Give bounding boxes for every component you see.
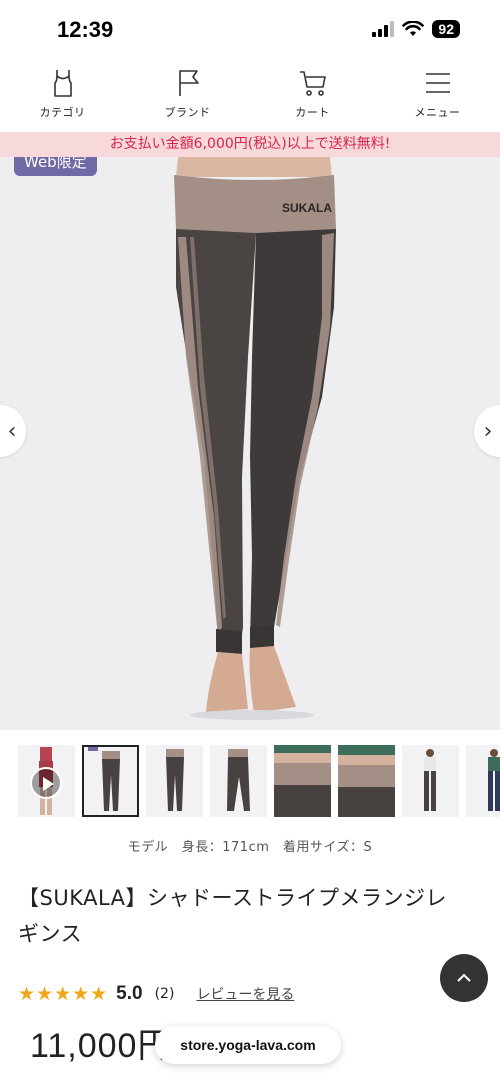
- wifi-icon: [402, 21, 425, 36]
- promo-banner[interactable]: お支払い金額6,000円(税込)以上で送料無料!: [0, 132, 500, 157]
- nav-item-cart[interactable]: カート: [250, 62, 375, 132]
- flag-icon: [178, 70, 199, 96]
- battery-indicator: 92: [432, 20, 460, 38]
- thumbnail-image[interactable]: [210, 745, 267, 817]
- chevron-left-icon: ‹: [7, 418, 17, 444]
- nav-label-cart: カート: [295, 106, 330, 119]
- waistband-logo: SUKALA: [282, 201, 332, 215]
- thumbnail-strip: [18, 745, 500, 817]
- scroll-to-top-button[interactable]: [440, 954, 488, 1002]
- nav-label-brand: ブランド: [164, 106, 211, 119]
- product-title: 【SUKALA】シャドーストライプメランジレギンス: [18, 886, 447, 946]
- tank-top-icon: [53, 70, 72, 97]
- leggings-photo: SUKALA: [174, 157, 336, 720]
- status-icons: 92: [372, 20, 460, 38]
- play-icon: [30, 767, 62, 799]
- top-navigation: カテゴリ ブランド カート メニュー: [0, 62, 500, 132]
- star-rating-icon: ★★★★★: [18, 983, 109, 1005]
- nav-item-brand[interactable]: ブランド: [125, 62, 250, 132]
- rating-row: ★★★★★ 5.0 (2) レビューを見る: [18, 983, 294, 1005]
- cart-icon: [299, 71, 326, 96]
- thumbnail-image[interactable]: [338, 745, 395, 817]
- view-reviews-link[interactable]: レビューを見る: [196, 984, 294, 1004]
- model-info: モデル 身長：171cm 着用サイズ：S: [127, 840, 373, 855]
- status-time: 12:39: [57, 17, 114, 42]
- chevron-right-icon: ›: [483, 418, 493, 444]
- product-price: 11,000円: [30, 1027, 173, 1065]
- chevron-up-icon: [457, 973, 471, 982]
- browser-url-bar[interactable]: store.yoga-lava.com: [155, 1026, 341, 1064]
- nav-label-menu: メニュー: [414, 106, 461, 119]
- thumbnail-image[interactable]: [402, 745, 459, 817]
- thumbnail-video[interactable]: [18, 745, 75, 817]
- floor-shadow: [190, 710, 314, 720]
- signal-icon: [372, 21, 395, 37]
- hamburger-menu-icon: [425, 73, 450, 93]
- thumbnail-image[interactable]: [146, 745, 203, 817]
- nav-item-category[interactable]: カテゴリ: [0, 62, 125, 132]
- thumbnail-image[interactable]: [82, 745, 139, 817]
- nav-label-category: カテゴリ: [39, 106, 86, 119]
- nav-item-menu[interactable]: メニュー: [375, 62, 500, 132]
- rating-score: 5.0: [116, 983, 143, 1004]
- status-bar: 12:39 92: [0, 0, 500, 60]
- product-main-image[interactable]: SUKALA Web限定 ‹ ›: [0, 157, 500, 730]
- web-exclusive-badge: Web限定: [14, 157, 97, 176]
- thumbnail-image[interactable]: [274, 745, 331, 817]
- thumbnail-image[interactable]: [466, 745, 500, 817]
- review-count: (2): [154, 986, 175, 1002]
